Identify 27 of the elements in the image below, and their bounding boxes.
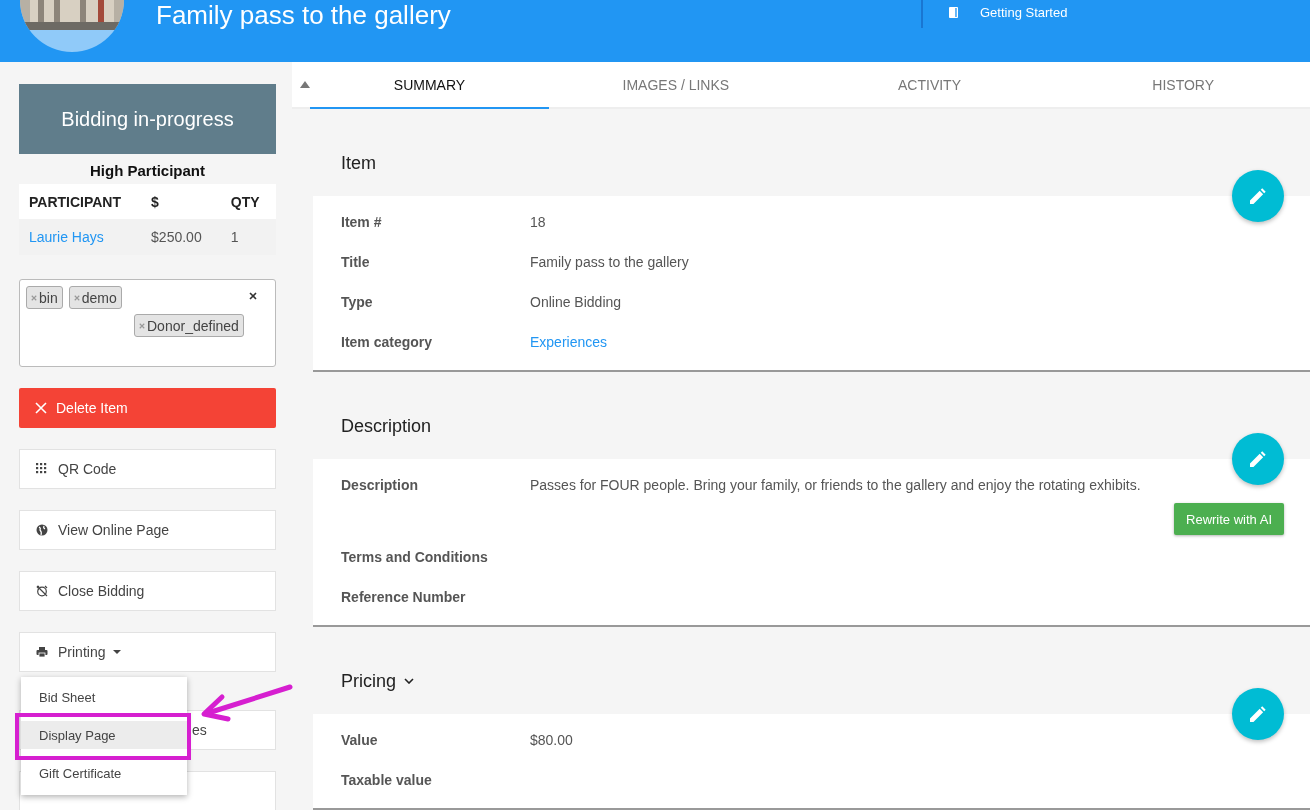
field-value: Passes for FOUR people. Bring your family, or friends to the gallery and enjoy the rotating exhibits. [530, 477, 1141, 493]
field-label: Reference Number [341, 589, 467, 605]
field-value: 18 [530, 214, 546, 230]
status-banner: Bidding in-progress [19, 84, 276, 154]
tag-label: bin [39, 289, 58, 306]
tag-label: demo [81, 289, 117, 306]
field-label: Taxable value [341, 772, 433, 788]
field-label: Value [341, 732, 379, 748]
column-header: QTY [220, 184, 276, 219]
field-value: $80.00 [530, 732, 573, 748]
section-title: Item [341, 152, 376, 174]
column-header: $ [141, 184, 221, 219]
table-cell: $250.00 [141, 219, 221, 255]
column-header: PARTICIPANT [19, 184, 142, 219]
field-label: Title [341, 254, 371, 270]
tag-label: Donor_defined [147, 317, 239, 334]
field-label: Terms and Conditions [341, 549, 489, 565]
page-title: Family pass to the gallery [156, 0, 451, 30]
table-title: High Participant [89, 161, 206, 181]
field-value: Family pass to the gallery [530, 254, 689, 270]
field-value: Online Bidding [530, 294, 622, 310]
field-label: Item # [341, 214, 383, 230]
section-title: Description [341, 415, 432, 437]
field-label: Item category [341, 334, 434, 350]
field-label: Description [341, 477, 419, 493]
table-cell: 1 [220, 219, 276, 255]
field-label: Type [341, 294, 374, 310]
